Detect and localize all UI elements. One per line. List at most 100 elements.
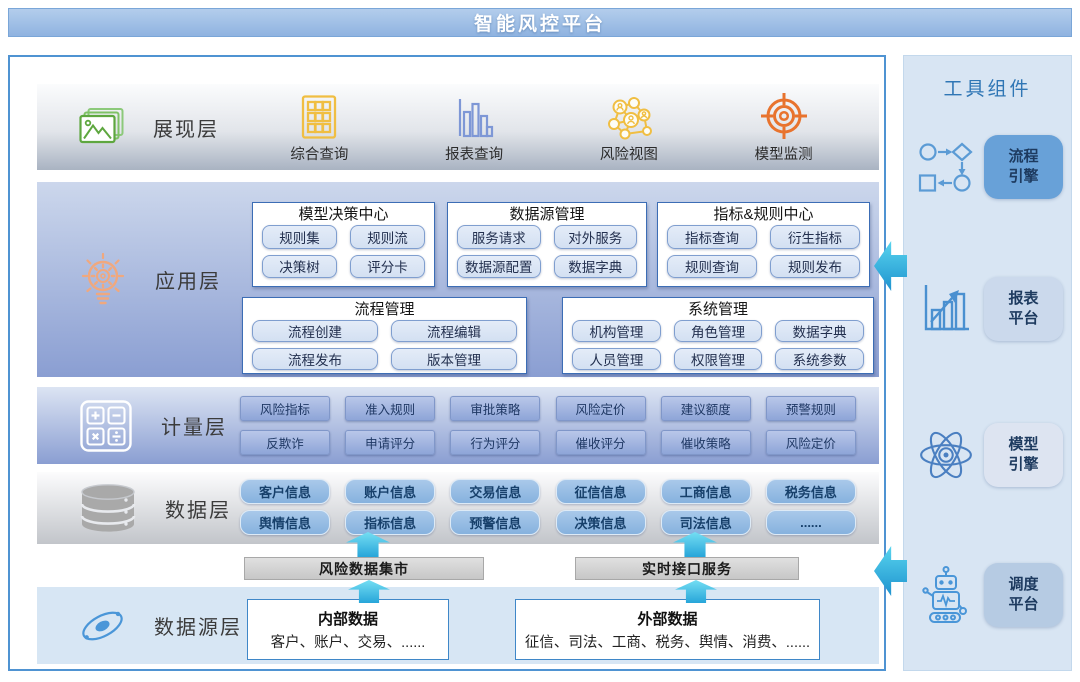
report-chart-icon bbox=[916, 280, 975, 338]
app-function-pill[interactable]: 人员管理 bbox=[572, 348, 661, 370]
tool-item-model-engine[interactable]: 模型引擎 bbox=[916, 422, 1063, 488]
tool-box-model-engine[interactable]: 模型引擎 bbox=[984, 423, 1063, 487]
measure-chip[interactable]: 风险指标 bbox=[240, 396, 330, 421]
data-chip[interactable]: 账户信息 bbox=[345, 479, 435, 504]
presentation-items: 综合查询 报表查询 bbox=[242, 84, 861, 170]
measure-chip[interactable]: 风险定价 bbox=[766, 430, 856, 455]
measure-chip[interactable]: 催收评分 bbox=[556, 430, 646, 455]
measure-chip[interactable]: 风险定价 bbox=[556, 396, 646, 421]
data-chip[interactable]: 决策信息 bbox=[556, 510, 646, 535]
app-function-pill[interactable]: 对外服务 bbox=[554, 225, 638, 249]
tool-item-scheduler-platform[interactable]: 调度平台 bbox=[916, 562, 1063, 628]
calculator-icon bbox=[79, 399, 133, 453]
risk-data-mart-bar[interactable]: 风险数据集市 bbox=[244, 557, 484, 580]
main-panel: 展现层 综合查询 bbox=[8, 55, 886, 671]
presentation-item-query[interactable]: 综合查询 bbox=[271, 90, 367, 164]
tool-item-process-engine[interactable]: 流程引擎 bbox=[916, 134, 1063, 200]
presentation-layer-label: 展现层 bbox=[153, 113, 219, 142]
data-chip[interactable]: 客户信息 bbox=[240, 479, 330, 504]
measure-chip[interactable]: 行为评分 bbox=[450, 430, 540, 455]
presentation-item-report[interactable]: 报表查询 bbox=[426, 90, 522, 164]
app-function-pill[interactable]: 数据字典 bbox=[775, 320, 864, 342]
app-function-pill[interactable]: 服务请求 bbox=[457, 225, 541, 249]
app-function-pill[interactable]: 规则集 bbox=[262, 225, 337, 249]
measurement-items: 风险指标 准入规则 审批策略 风险定价 建议额度 预警规则 反欺诈 申请评分 行… bbox=[240, 396, 856, 455]
measure-chip[interactable]: 建议额度 bbox=[661, 396, 751, 421]
app-function-pill[interactable]: 规则查询 bbox=[667, 255, 757, 279]
presentation-item-label: 综合查询 bbox=[290, 143, 348, 164]
presentation-item-label: 模型监测 bbox=[755, 143, 813, 164]
data-chip[interactable]: 指标信息 bbox=[345, 510, 435, 535]
app-function-pill[interactable]: 规则发布 bbox=[770, 255, 860, 279]
network-icon bbox=[604, 90, 654, 140]
app-function-pill[interactable]: 规则流 bbox=[350, 225, 425, 249]
data-chip[interactable]: 预警信息 bbox=[450, 510, 540, 535]
measure-chip[interactable]: 反欺诈 bbox=[240, 430, 330, 455]
photos-icon bbox=[79, 107, 125, 147]
measure-chip[interactable]: 催收策略 bbox=[661, 430, 751, 455]
app-function-pill[interactable]: 版本管理 bbox=[391, 348, 517, 370]
presentation-item-label: 报表查询 bbox=[445, 143, 503, 164]
group-process-management: 流程管理 流程创建 流程编辑 流程发布 版本管理 bbox=[242, 297, 527, 374]
measure-chip[interactable]: 申请评分 bbox=[345, 430, 435, 455]
robot-icon bbox=[916, 565, 975, 625]
internal-data-box[interactable]: 内部数据 客户、账户、交易、...... bbox=[247, 599, 449, 660]
datasource-layer-header: 数据源层 bbox=[37, 587, 242, 664]
group-indicator-rule-center: 指标&规则中心 指标查询 衍生指标 规则查询 规则发布 bbox=[657, 202, 870, 287]
app-function-pill[interactable]: 指标查询 bbox=[667, 225, 757, 249]
app-function-pill[interactable]: 数据源配置 bbox=[457, 255, 541, 279]
group-system-management: 系统管理 机构管理 角色管理 数据字典 人员管理 权限管理 系统参数 bbox=[562, 297, 874, 374]
measure-chip[interactable]: 预警规则 bbox=[766, 396, 856, 421]
app-function-pill[interactable]: 系统参数 bbox=[775, 348, 864, 370]
target-icon bbox=[760, 90, 808, 140]
data-layer-header: 数据层 bbox=[37, 472, 242, 544]
app-title: 智能风控平台 bbox=[474, 9, 606, 36]
data-layer-band: 数据层 客户信息 账户信息 交易信息 征信信息 工商信息 税务信息 舆情信息 指… bbox=[37, 472, 879, 544]
group-title: 指标&规则中心 bbox=[658, 203, 869, 224]
data-chip[interactable]: 工商信息 bbox=[661, 479, 751, 504]
data-chip[interactable]: 税务信息 bbox=[766, 479, 856, 504]
app-function-pill[interactable]: 衍生指标 bbox=[770, 225, 860, 249]
external-data-box[interactable]: 外部数据 征信、司法、工商、税务、舆情、消费、...... bbox=[515, 599, 820, 660]
tool-box-scheduler-platform[interactable]: 调度平台 bbox=[984, 563, 1063, 627]
external-data-title: 外部数据 bbox=[637, 608, 697, 629]
datasource-layer-band: 数据源层 内部数据 客户、账户、交易、...... 外部数据 征信、司法、工商、… bbox=[37, 587, 879, 664]
measure-chip[interactable]: 审批策略 bbox=[450, 396, 540, 421]
tool-label: 流程引擎 bbox=[1007, 147, 1041, 188]
measure-chip[interactable]: 准入规则 bbox=[345, 396, 435, 421]
application-layer-band: 应用层 模型决策中心 规则集 规则流 决策树 评分卡 数据源管理 服务请求 对外… bbox=[37, 182, 879, 377]
realtime-interface-bar[interactable]: 实时接口服务 bbox=[575, 557, 799, 580]
tool-box-report-platform[interactable]: 报表平台 bbox=[984, 277, 1063, 341]
presentation-item-riskview[interactable]: 风险视图 bbox=[581, 90, 677, 164]
app-function-pill[interactable]: 流程发布 bbox=[252, 348, 378, 370]
group-title: 流程管理 bbox=[243, 298, 526, 319]
data-chip[interactable]: 舆情信息 bbox=[240, 510, 330, 535]
datasource-layer-label: 数据源层 bbox=[154, 611, 242, 640]
data-chip[interactable]: 司法信息 bbox=[661, 510, 751, 535]
app-function-pill[interactable]: 数据字典 bbox=[554, 255, 638, 279]
tool-box-process-engine[interactable]: 流程引擎 bbox=[984, 135, 1063, 199]
intelligent-risk-platform-diagram: 智能风控平台 展现层 bbox=[0, 0, 1080, 682]
data-chip[interactable]: ...... bbox=[766, 510, 856, 535]
data-chip[interactable]: 交易信息 bbox=[450, 479, 540, 504]
tool-item-report-platform[interactable]: 报表平台 bbox=[916, 276, 1063, 342]
presentation-item-monitor[interactable]: 模型监测 bbox=[736, 90, 832, 164]
presentation-item-label: 风险视图 bbox=[600, 143, 658, 164]
grid-icon bbox=[300, 90, 338, 140]
presentation-layer-band: 展现层 综合查询 bbox=[37, 84, 879, 170]
app-function-pill[interactable]: 角色管理 bbox=[674, 320, 763, 342]
data-chip[interactable]: 征信信息 bbox=[556, 479, 646, 504]
internal-data-title: 内部数据 bbox=[318, 608, 378, 629]
flowchart-icon bbox=[916, 140, 975, 194]
app-function-pill[interactable]: 机构管理 bbox=[572, 320, 661, 342]
data-layer-label: 数据层 bbox=[165, 494, 231, 523]
app-function-pill[interactable]: 决策树 bbox=[262, 255, 337, 279]
app-function-pill[interactable]: 流程编辑 bbox=[391, 320, 517, 342]
app-function-pill[interactable]: 权限管理 bbox=[674, 348, 763, 370]
group-title: 模型决策中心 bbox=[253, 203, 434, 224]
app-function-pill[interactable]: 评分卡 bbox=[350, 255, 425, 279]
tool-label: 报表平台 bbox=[1007, 289, 1041, 330]
application-layer-label: 应用层 bbox=[155, 265, 221, 294]
app-function-pill[interactable]: 流程创建 bbox=[252, 320, 378, 342]
data-items: 客户信息 账户信息 交易信息 征信信息 工商信息 税务信息 舆情信息 指标信息 … bbox=[240, 479, 856, 535]
